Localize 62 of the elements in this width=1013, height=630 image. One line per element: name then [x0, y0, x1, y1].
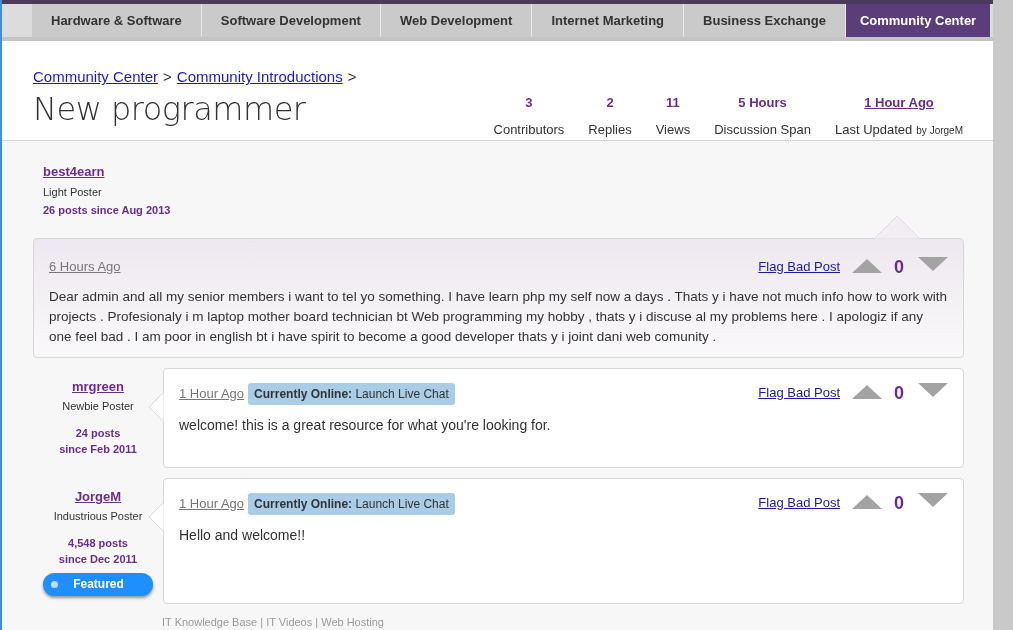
- footer-links: IT Knowledge Base | IT Videos | Web Hosting: [161, 614, 385, 630]
- up-arrow-icon: [852, 494, 882, 509]
- vote-up-button[interactable]: [852, 258, 882, 273]
- author-rank: Newbie Poster: [62, 399, 134, 414]
- nav-tab[interactable]: Business Exchange: [684, 4, 846, 38]
- vote-up-button[interactable]: [852, 494, 882, 509]
- breadcrumb-separator: >: [163, 67, 172, 88]
- stat-label: Last Updated: [834, 120, 913, 139]
- vote-score: 0: [894, 255, 905, 279]
- post-text: Hello and welcome!!: [179, 525, 307, 545]
- vote-down-button[interactable]: [918, 256, 948, 271]
- flag-post-link[interactable]: Flag Bad Post: [758, 492, 840, 512]
- author-rank: Industrious Poster: [53, 509, 143, 524]
- author-link[interactable]: mrgreen: [72, 376, 124, 396]
- stat-label: Replies: [588, 120, 632, 139]
- post-time-link[interactable]: 1 Hour Ago: [179, 383, 245, 404]
- vote-score: 0: [894, 491, 905, 515]
- breadcrumb-link[interactable]: Community Introductions: [176, 66, 343, 89]
- author-post-count: 4,548 posts: [68, 535, 128, 551]
- vote-down-button[interactable]: [918, 492, 948, 507]
- featured-badge: Featured: [43, 572, 153, 596]
- flag-post-link[interactable]: Flag Bad Post: [758, 382, 840, 402]
- breadcrumb-separator: >: [347, 67, 357, 88]
- down-arrow-icon: [918, 256, 948, 271]
- stat-value: 11: [666, 94, 680, 113]
- author-post-count: 24 posts: [75, 425, 121, 441]
- nav-tab[interactable]: Internet Marketing: [532, 4, 685, 38]
- author-link[interactable]: JorgeM: [74, 486, 122, 506]
- post-time-link[interactable]: 6 Hours Ago: [49, 256, 121, 276]
- down-arrow-icon: [918, 492, 948, 507]
- author-link[interactable]: best4earn: [43, 162, 964, 182]
- author-post-count: 26 posts since Aug 2013: [43, 203, 172, 218]
- stat-value-link[interactable]: 1 Hour Ago: [864, 93, 934, 113]
- post-text: welcome! this is a great resource for what you're looking for.: [179, 415, 552, 435]
- author-since: since Feb 2011: [59, 441, 137, 457]
- stat-label: Views: [655, 120, 691, 139]
- stat-value: 3: [525, 94, 533, 113]
- vote-up-button[interactable]: [852, 384, 882, 399]
- up-arrow-icon: [852, 384, 882, 399]
- stat-label: Discussion Span: [714, 120, 811, 139]
- online-badge[interactable]: Currently Online: Launch Live Chat: [248, 382, 455, 405]
- stat-value: 2: [606, 94, 614, 113]
- vote-down-button[interactable]: [918, 382, 948, 397]
- scrollbar[interactable]: [993, 0, 1013, 630]
- post-time-link[interactable]: 1 Hour Ago: [179, 493, 245, 514]
- online-badge[interactable]: Currently Online: Launch Live Chat: [248, 492, 455, 515]
- post-text: Dear admin and all my senior members i want to tel yo something. I have learn php my self now a days . Thats y i have not much info how to work with projects . Profesionaly i m laptop mother board technician bt Web programming my hobby , thats y i discuse al my problems here . I apologiz if any one feel bad . I am poor in english bt i have spirit to become a good developer thats y i joint dani web comunity .: [49, 287, 948, 346]
- nav-tab[interactable]: Software Development: [201, 4, 381, 38]
- vote-score: 0: [894, 381, 905, 405]
- flag-post-link[interactable]: Flag Bad Post: [758, 256, 840, 276]
- nav-tab[interactable]: Community Center: [845, 4, 991, 38]
- author-since: since Dec 2011: [58, 551, 138, 567]
- stat-label: Contributors: [493, 120, 565, 139]
- breadcrumb-link[interactable]: Community Center: [33, 66, 159, 89]
- page-title: New programmer: [33, 90, 307, 127]
- nav-tab[interactable]: Hardware & Software: [32, 4, 202, 38]
- down-arrow-icon: [918, 382, 948, 397]
- up-arrow-icon: [852, 258, 882, 273]
- author-rank: Light Poster: [43, 184, 103, 200]
- nav-tab[interactable]: Web Development: [380, 4, 533, 38]
- stat-value: 5 Hours: [738, 94, 787, 113]
- stat-byline: by JorgeM: [916, 123, 963, 138]
